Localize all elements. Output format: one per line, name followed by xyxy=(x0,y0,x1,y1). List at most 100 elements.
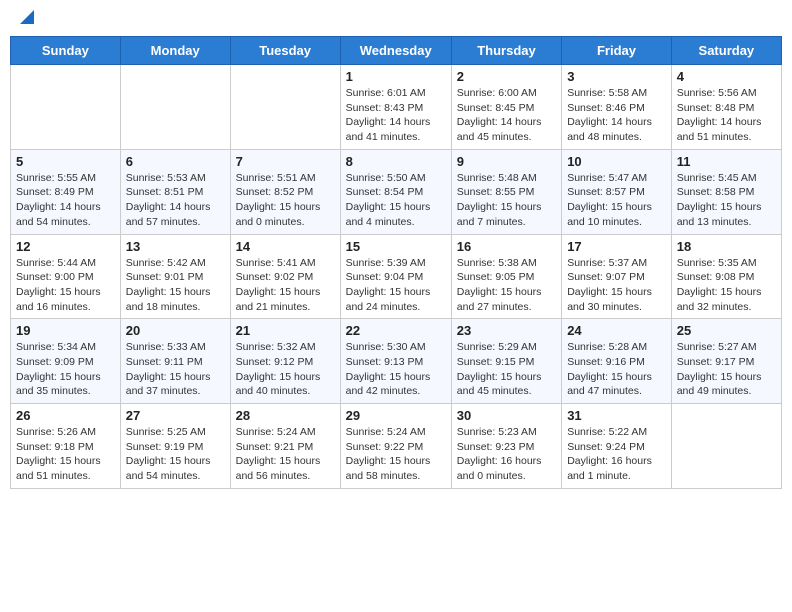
day-info: Sunrise: 5:48 AM Sunset: 8:55 PM Dayligh… xyxy=(457,171,556,230)
calendar-cell: 8 Sunrise: 5:50 AM Sunset: 8:54 PM Daylig… xyxy=(340,149,451,234)
calendar-cell: 31 Sunrise: 5:22 AM Sunset: 9:24 PM Dayli… xyxy=(562,404,672,489)
col-header-sunday: Sunday xyxy=(11,37,121,65)
calendar-cell: 16Sunrise: 5:38 AM Sunset: 9:05 PM Dayli… xyxy=(451,234,561,319)
day-info: Sunrise: 5:58 AM Sunset: 8:46 PM Dayligh… xyxy=(567,86,666,145)
day-info: Sunrise: 5:35 AM Sunset: 9:08 PM Dayligh… xyxy=(677,256,776,315)
day-number: 15 xyxy=(346,239,446,254)
day-info: Sunrise: 5:38 AM Sunset: 9:05 PM Dayligh… xyxy=(457,256,556,315)
calendar-cell: 26 Sunrise: 5:26 AM Sunset: 9:18 PM Dayli… xyxy=(11,404,121,489)
day-number: 28 xyxy=(236,408,335,423)
day-info: Sunrise: 5:53 AM Sunset: 8:51 PM Dayligh… xyxy=(126,171,225,230)
day-number: 1 xyxy=(346,69,446,84)
calendar-cell: 30 Sunrise: 5:23 AM Sunset: 9:23 PM Dayli… xyxy=(451,404,561,489)
calendar-cell: 17 Sunrise: 5:37 AM Sunset: 9:07 PM Dayli… xyxy=(562,234,672,319)
day-number: 3 xyxy=(567,69,666,84)
day-info: Sunrise: 5:22 AM Sunset: 9:24 PM Dayligh… xyxy=(567,425,666,484)
calendar-cell xyxy=(120,65,230,150)
day-info: Sunrise: 6:01 AM Sunset: 8:43 PM Dayligh… xyxy=(346,86,446,145)
calendar-cell: 18 Sunrise: 5:35 AM Sunset: 9:08 PM Dayli… xyxy=(671,234,781,319)
day-info: Sunrise: 5:24 AM Sunset: 9:22 PM Dayligh… xyxy=(346,425,446,484)
calendar-week-row: 12Sunrise: 5:44 AM Sunset: 9:00 PM Dayli… xyxy=(11,234,782,319)
calendar-cell: 25Sunrise: 5:27 AM Sunset: 9:17 PM Dayli… xyxy=(671,319,781,404)
col-header-monday: Monday xyxy=(120,37,230,65)
day-number: 27 xyxy=(126,408,225,423)
calendar-cell xyxy=(230,65,340,150)
day-info: Sunrise: 5:34 AM Sunset: 9:09 PM Dayligh… xyxy=(16,340,115,399)
calendar-cell: 22 Sunrise: 5:30 AM Sunset: 9:13 PM Dayli… xyxy=(340,319,451,404)
day-info: Sunrise: 5:55 AM Sunset: 8:49 PM Dayligh… xyxy=(16,171,115,230)
day-number: 2 xyxy=(457,69,556,84)
day-info: Sunrise: 6:00 AM Sunset: 8:45 PM Dayligh… xyxy=(457,86,556,145)
day-info: Sunrise: 5:24 AM Sunset: 9:21 PM Dayligh… xyxy=(236,425,335,484)
col-header-wednesday: Wednesday xyxy=(340,37,451,65)
day-number: 31 xyxy=(567,408,666,423)
day-info: Sunrise: 5:39 AM Sunset: 9:04 PM Dayligh… xyxy=(346,256,446,315)
day-number: 12 xyxy=(16,239,115,254)
calendar-cell: 15 Sunrise: 5:39 AM Sunset: 9:04 PM Dayli… xyxy=(340,234,451,319)
day-number: 11 xyxy=(677,154,776,169)
col-header-saturday: Saturday xyxy=(671,37,781,65)
day-number: 21 xyxy=(236,323,335,338)
day-number: 20 xyxy=(126,323,225,338)
day-number: 22 xyxy=(346,323,446,338)
calendar-cell: 5Sunrise: 5:55 AM Sunset: 8:49 PM Daylig… xyxy=(11,149,121,234)
calendar-table: SundayMondayTuesdayWednesdayThursdayFrid… xyxy=(10,36,782,489)
calendar-cell: 23 Sunrise: 5:29 AM Sunset: 9:15 PM Dayli… xyxy=(451,319,561,404)
day-info: Sunrise: 5:45 AM Sunset: 8:58 PM Dayligh… xyxy=(677,171,776,230)
day-info: Sunrise: 5:33 AM Sunset: 9:11 PM Dayligh… xyxy=(126,340,225,399)
calendar-cell: 7 Sunrise: 5:51 AM Sunset: 8:52 PM Daylig… xyxy=(230,149,340,234)
calendar-cell: 4 Sunrise: 5:56 AM Sunset: 8:48 PM Daylig… xyxy=(671,65,781,150)
day-info: Sunrise: 5:37 AM Sunset: 9:07 PM Dayligh… xyxy=(567,256,666,315)
day-number: 14 xyxy=(236,239,335,254)
calendar-cell: 27 Sunrise: 5:25 AM Sunset: 9:19 PM Dayli… xyxy=(120,404,230,489)
day-number: 13 xyxy=(126,239,225,254)
day-number: 24 xyxy=(567,323,666,338)
calendar-cell: 14 Sunrise: 5:41 AM Sunset: 9:02 PM Dayli… xyxy=(230,234,340,319)
calendar-cell: 1 Sunrise: 6:01 AM Sunset: 8:43 PM Daylig… xyxy=(340,65,451,150)
day-number: 23 xyxy=(457,323,556,338)
calendar-cell xyxy=(671,404,781,489)
calendar-cell: 2 Sunrise: 6:00 AM Sunset: 8:45 PM Daylig… xyxy=(451,65,561,150)
day-info: Sunrise: 5:42 AM Sunset: 9:01 PM Dayligh… xyxy=(126,256,225,315)
day-info: Sunrise: 5:28 AM Sunset: 9:16 PM Dayligh… xyxy=(567,340,666,399)
day-number: 10 xyxy=(567,154,666,169)
calendar-cell: 6 Sunrise: 5:53 AM Sunset: 8:51 PM Daylig… xyxy=(120,149,230,234)
col-header-tuesday: Tuesday xyxy=(230,37,340,65)
calendar-cell: 10 Sunrise: 5:47 AM Sunset: 8:57 PM Dayli… xyxy=(562,149,672,234)
day-number: 18 xyxy=(677,239,776,254)
day-number: 19 xyxy=(16,323,115,338)
day-info: Sunrise: 5:29 AM Sunset: 9:15 PM Dayligh… xyxy=(457,340,556,399)
day-number: 4 xyxy=(677,69,776,84)
day-info: Sunrise: 5:26 AM Sunset: 9:18 PM Dayligh… xyxy=(16,425,115,484)
day-number: 17 xyxy=(567,239,666,254)
calendar-cell: 20 Sunrise: 5:33 AM Sunset: 9:11 PM Dayli… xyxy=(120,319,230,404)
day-info: Sunrise: 5:47 AM Sunset: 8:57 PM Dayligh… xyxy=(567,171,666,230)
day-info: Sunrise: 5:50 AM Sunset: 8:54 PM Dayligh… xyxy=(346,171,446,230)
calendar-week-row: 26 Sunrise: 5:26 AM Sunset: 9:18 PM Dayli… xyxy=(11,404,782,489)
day-info: Sunrise: 5:41 AM Sunset: 9:02 PM Dayligh… xyxy=(236,256,335,315)
day-info: Sunrise: 5:30 AM Sunset: 9:13 PM Dayligh… xyxy=(346,340,446,399)
day-number: 7 xyxy=(236,154,335,169)
calendar-cell: 24 Sunrise: 5:28 AM Sunset: 9:16 PM Dayli… xyxy=(562,319,672,404)
calendar-week-row: 19 Sunrise: 5:34 AM Sunset: 9:09 PM Dayli… xyxy=(11,319,782,404)
day-info: Sunrise: 5:25 AM Sunset: 9:19 PM Dayligh… xyxy=(126,425,225,484)
calendar-cell: 19 Sunrise: 5:34 AM Sunset: 9:09 PM Dayli… xyxy=(11,319,121,404)
calendar-header-row: SundayMondayTuesdayWednesdayThursdayFrid… xyxy=(11,37,782,65)
day-info: Sunrise: 5:51 AM Sunset: 8:52 PM Dayligh… xyxy=(236,171,335,230)
day-number: 6 xyxy=(126,154,225,169)
calendar-week-row: 5Sunrise: 5:55 AM Sunset: 8:49 PM Daylig… xyxy=(11,149,782,234)
day-number: 8 xyxy=(346,154,446,169)
logo-icon xyxy=(16,6,38,28)
day-number: 25 xyxy=(677,323,776,338)
logo xyxy=(14,10,38,28)
header xyxy=(10,10,782,28)
day-number: 26 xyxy=(16,408,115,423)
calendar-week-row: 1 Sunrise: 6:01 AM Sunset: 8:43 PM Daylig… xyxy=(11,65,782,150)
calendar-cell: 28 Sunrise: 5:24 AM Sunset: 9:21 PM Dayli… xyxy=(230,404,340,489)
day-info: Sunrise: 5:56 AM Sunset: 8:48 PM Dayligh… xyxy=(677,86,776,145)
day-number: 30 xyxy=(457,408,556,423)
calendar-cell: 12Sunrise: 5:44 AM Sunset: 9:00 PM Dayli… xyxy=(11,234,121,319)
day-info: Sunrise: 5:23 AM Sunset: 9:23 PM Dayligh… xyxy=(457,425,556,484)
calendar-cell: 3 Sunrise: 5:58 AM Sunset: 8:46 PM Daylig… xyxy=(562,65,672,150)
calendar-cell: 29Sunrise: 5:24 AM Sunset: 9:22 PM Dayli… xyxy=(340,404,451,489)
